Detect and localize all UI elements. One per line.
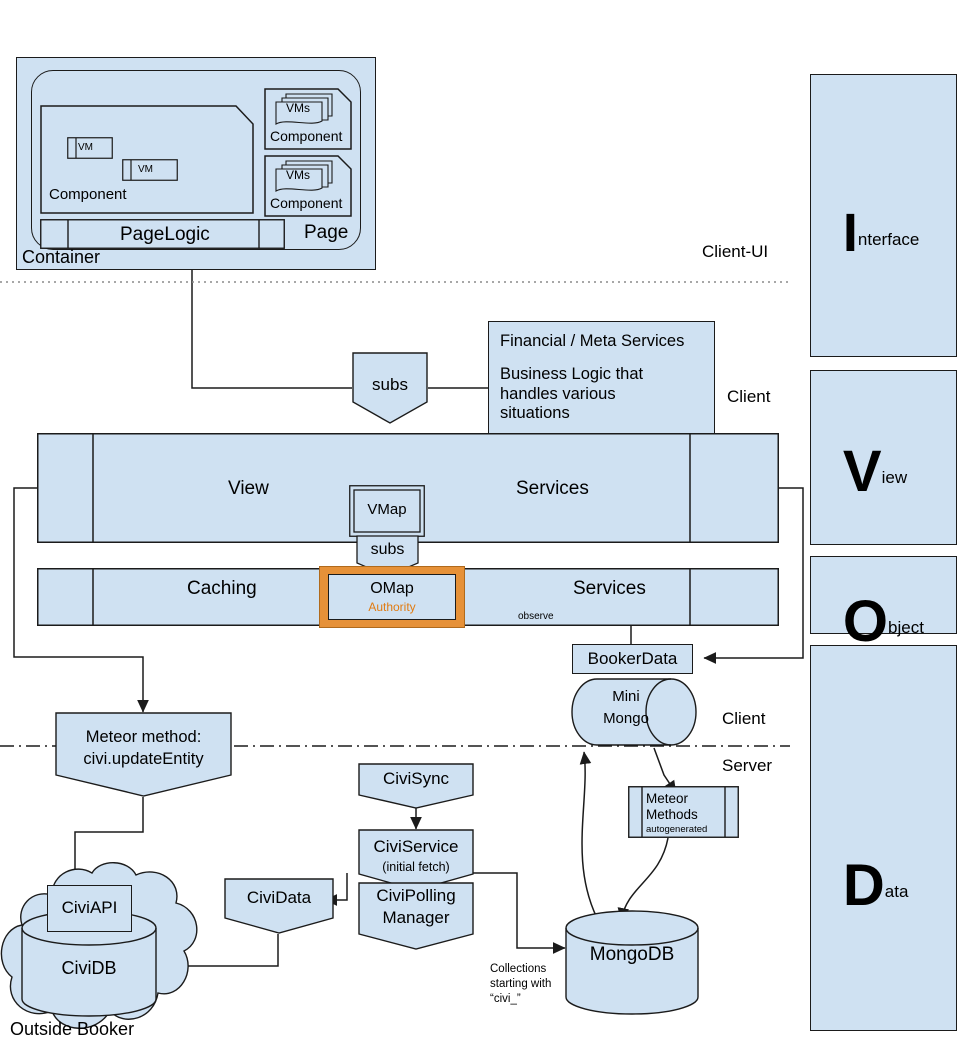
- civisync-label: CiviSync: [382, 769, 450, 788]
- legend-interface-rest: nterface: [857, 230, 920, 249]
- financial-meta-services-title: Financial / Meta Services: [500, 332, 685, 350]
- meteor-methods-sublabel: autogenerated: [646, 824, 708, 835]
- meteor-method-label-line2: civi.updateEntity: [83, 750, 204, 768]
- legend-data-rest: ata: [884, 882, 909, 901]
- financial-meta-services-body: Business Logic that handles various situ…: [500, 365, 644, 423]
- meteor-method-label-line1: Meteor method:: [85, 728, 202, 746]
- civiservice-sublabel: (initial fetch): [382, 860, 450, 874]
- collections-note-line1: Collections: [490, 963, 547, 975]
- meteor-methods-label-line2: Methods: [646, 807, 698, 822]
- legend-interface-initial: I: [842, 203, 858, 263]
- minimongo-label-line1: Mini: [612, 688, 640, 705]
- cividata-label: CiviData: [246, 888, 312, 907]
- container-label: Container: [22, 247, 101, 267]
- legend-view-rest: iew: [881, 468, 908, 487]
- vmap-label: VMap: [367, 501, 407, 518]
- civipolling-manager-label-line2: Manager: [382, 908, 450, 927]
- civiapi-label: CiviAPI: [61, 898, 118, 918]
- services-lower-label: Services: [573, 578, 646, 599]
- edge-meteormethods-mongodb: [617, 837, 669, 921]
- bookerdata-box[interactable]: BookerData: [572, 644, 693, 674]
- legend-data-text: Data: [824, 857, 909, 922]
- component-bottom-right-label: Component: [270, 195, 343, 211]
- edge-civiservice-mongodb: [473, 872, 566, 954]
- component-top-right-label: Component: [270, 128, 343, 144]
- client-ui-zone-label: Client-UI: [702, 242, 769, 261]
- subs-top-label: subs: [372, 375, 408, 394]
- civipolling-manager-shape[interactable]: CiviPolling Manager: [358, 882, 474, 950]
- legend-panel-data[interactable]: [810, 645, 957, 1031]
- bookerdata-label: BookerData: [587, 648, 678, 668]
- server-zone-label: Server: [722, 756, 773, 775]
- civiservice-label: CiviService: [373, 837, 459, 856]
- pagelogic-label: PageLogic: [120, 224, 210, 245]
- vms-stack-top-label: VMs: [286, 101, 310, 115]
- vm-box-2-label: VM: [138, 164, 153, 175]
- observe-label: observe: [518, 611, 554, 622]
- component-left-label: Component: [49, 186, 127, 203]
- legend-view-text: View: [824, 443, 908, 508]
- vm-box-1-label: VM: [78, 142, 93, 153]
- caching-label: Caching: [187, 578, 257, 599]
- civipolling-manager-label-line1: CiviPolling: [376, 886, 456, 905]
- cividata-shape[interactable]: CiviData: [224, 878, 334, 934]
- collections-note-line2: starting with: [490, 978, 552, 990]
- legend-data-initial: D: [842, 853, 885, 918]
- collections-note-line3: “civi_”: [490, 993, 521, 1005]
- meteor-method-shape[interactable]: Meteor method: civi.updateEntity: [55, 712, 232, 797]
- page-label: Page: [304, 222, 349, 243]
- meteor-methods-label-line1: Meteor: [646, 791, 689, 806]
- minimongo-label-line2: Mongo: [603, 710, 649, 727]
- middle-client-label: Client: [727, 387, 771, 406]
- mongodb-label: MongoDB: [589, 944, 675, 965]
- view-label: View: [228, 478, 269, 499]
- diagram-canvas: Component VM VM VMs Component VMs Compon…: [0, 0, 962, 1041]
- subs-lower-label: subs: [370, 541, 405, 558]
- cividb-label: CiviDB: [61, 958, 117, 978]
- edge-container-subs: [191, 270, 352, 389]
- legend-object-rest: bject: [888, 618, 924, 637]
- vms-stack-bottom-label: VMs: [286, 168, 310, 182]
- omap-label: OMap: [370, 580, 414, 597]
- omap-authority-sublabel: Authority: [368, 600, 416, 614]
- legend-interface-text: Interface: [824, 206, 920, 270]
- outside-booker-label: Outside Booker: [10, 1019, 135, 1039]
- civisync-shape[interactable]: CiviSync: [358, 763, 474, 809]
- services-upper-label: Services: [516, 478, 589, 499]
- subs-top-shape[interactable]: subs: [352, 352, 428, 424]
- client-zone-label: Client: [722, 709, 766, 728]
- civiapi-box[interactable]: CiviAPI: [47, 885, 132, 932]
- legend-view-initial: V: [842, 439, 882, 504]
- edge-mongodb-minimongo: [579, 751, 598, 919]
